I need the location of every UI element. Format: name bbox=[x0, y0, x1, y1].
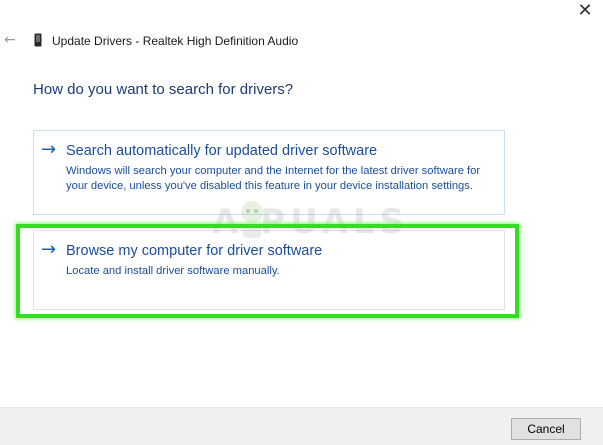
arrow-right-icon: → bbox=[41, 239, 57, 260]
search-automatically-option[interactable]: → Search automatically for updated drive… bbox=[33, 130, 505, 215]
option-description: Locate and install driver software manua… bbox=[66, 265, 280, 277]
footer-bar: Cancel bbox=[0, 407, 603, 445]
option-title: Browse my computer for driver software bbox=[66, 243, 323, 259]
arrow-right-icon: → bbox=[41, 139, 57, 160]
option-title: Search automatically for updated driver … bbox=[66, 143, 378, 159]
cancel-button[interactable]: Cancel bbox=[511, 418, 581, 440]
browse-computer-option[interactable]: → Browse my computer for driver software… bbox=[33, 230, 505, 310]
close-icon[interactable]: ✕ bbox=[576, 2, 594, 20]
page-heading: How do you want to search for drivers? bbox=[33, 81, 294, 98]
device-icon bbox=[34, 33, 42, 47]
window-title: Update Drivers - Realtek High Definition… bbox=[52, 34, 299, 48]
option-description: Windows will search your computer and th… bbox=[66, 165, 481, 192]
back-arrow-icon[interactable]: ← bbox=[4, 33, 18, 47]
